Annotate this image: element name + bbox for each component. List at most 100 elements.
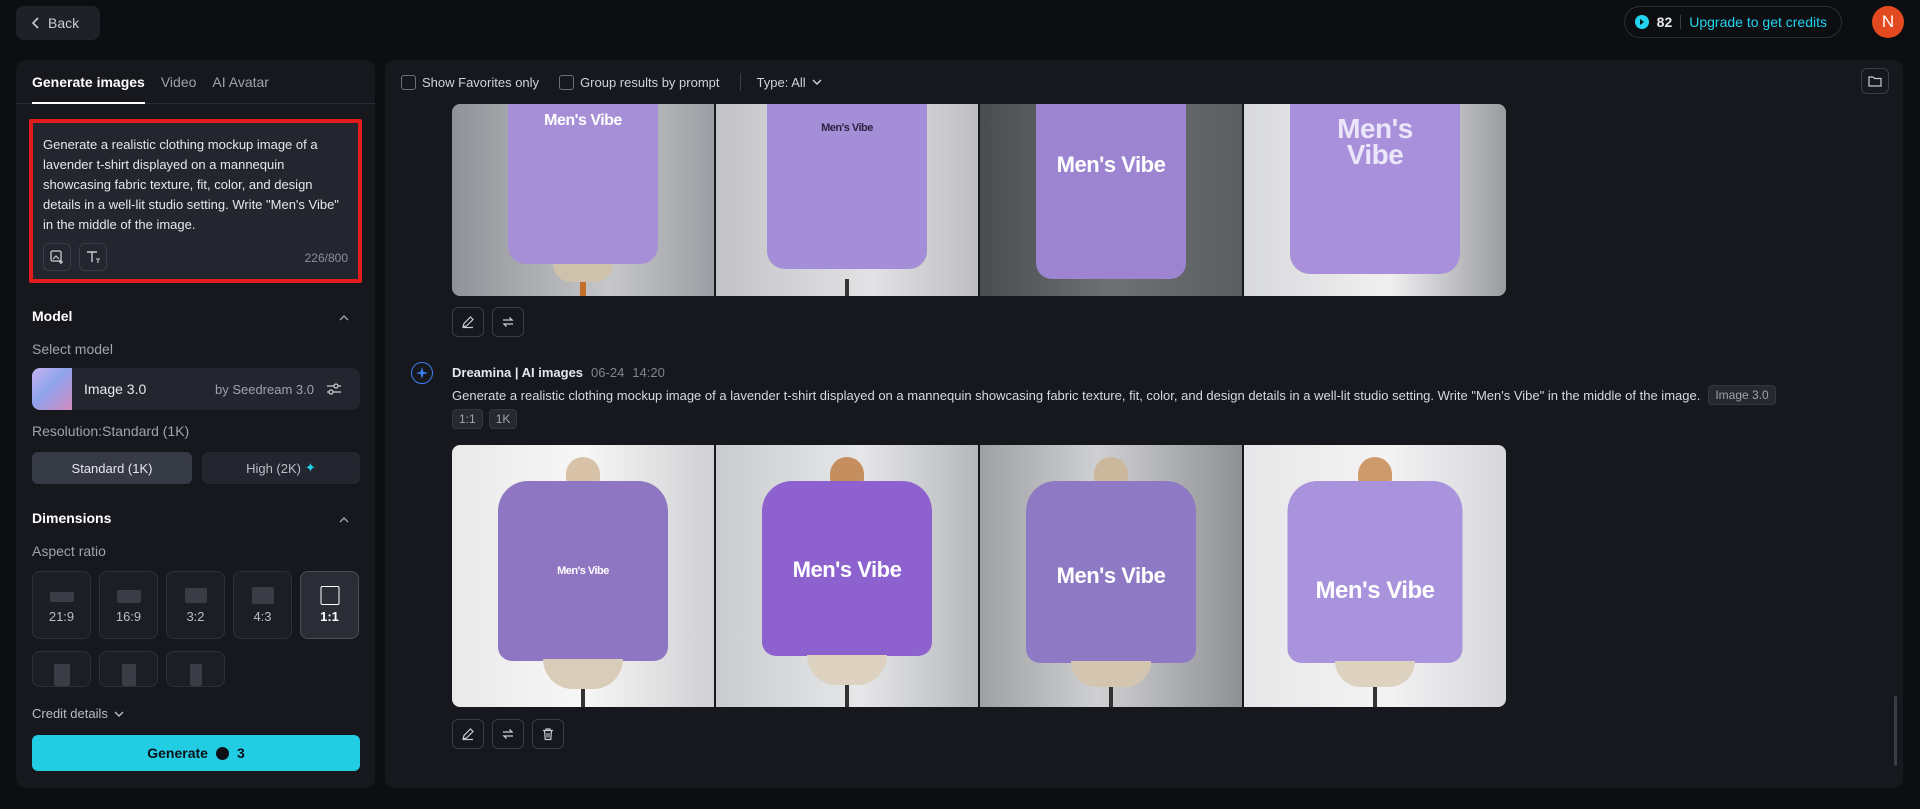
model-section-title: Model <box>32 308 73 324</box>
ratio-shape <box>116 590 141 603</box>
image-text: Men's Vibe <box>1056 152 1166 177</box>
credits-separator <box>1680 15 1682 29</box>
image-text: Men's Vibe <box>1056 563 1166 588</box>
results-panel: Show Favorites only Group results by pro… <box>385 60 1903 788</box>
chevron-left-icon <box>32 17 39 29</box>
batch-date: 06-24 <box>591 365 625 380</box>
model-provider: by Seedream 3.0 <box>214 381 314 397</box>
model-selector[interactable]: Image 3.0 by Seedream 3.0 <box>32 368 360 410</box>
group-filter-label: Group results by prompt <box>580 74 720 90</box>
image-text: Men's Vibe <box>557 565 609 577</box>
batch-2-prompt: Generate a realistic clothing mockup ima… <box>452 385 1776 405</box>
result-image[interactable]: Men's Vibe <box>1244 445 1506 707</box>
aspect-ratio-21-9[interactable]: 21:9 <box>32 571 91 639</box>
batch-2-actions <box>452 719 564 749</box>
tshirt-shape <box>1036 104 1186 279</box>
sparkle-icon: ✦ <box>305 460 316 475</box>
tab-generate-images[interactable]: Generate images <box>32 60 145 104</box>
aspect-ratio-16-9[interactable]: 16:9 <box>99 571 158 639</box>
folder-button[interactable] <box>1861 68 1889 94</box>
chevron-up-icon[interactable] <box>339 313 349 323</box>
upgrade-link[interactable]: Upgrade to get credits <box>1689 14 1827 30</box>
chevron-down-icon <box>114 711 124 717</box>
regenerate-button[interactable] <box>492 307 524 337</box>
tab-video[interactable]: Video <box>161 60 197 104</box>
source-label: Dreamina | AI images <box>452 365 584 380</box>
dimensions-section-title: Dimensions <box>32 510 112 526</box>
aspect-ratio-2-3[interactable] <box>99 651 158 687</box>
batch-time: 14:20 <box>632 365 665 380</box>
aspect-ratio-1-1[interactable]: 1:1 <box>300 571 359 639</box>
aspect-ratio-4-3[interactable]: 4:3 <box>233 571 292 639</box>
favorites-filter-label: Show Favorites only <box>422 74 540 90</box>
ratio-label: 4:3 <box>253 609 272 624</box>
ratio-label: 1:1 <box>320 609 339 624</box>
generate-cost: 3 <box>236 745 245 761</box>
pencil-icon <box>462 728 474 741</box>
prompt-text[interactable]: Generate a realistic clothing mockup ima… <box>43 135 348 235</box>
resolution-tag: 1K <box>488 409 518 429</box>
folder-icon <box>1868 76 1882 87</box>
mannequin-base <box>553 264 613 282</box>
favorites-filter[interactable]: Show Favorites only <box>401 74 540 90</box>
credit-details-label: Credit details <box>32 706 108 721</box>
type-filter-dropdown[interactable]: Type: All <box>757 75 822 90</box>
ratio-shape <box>53 664 70 686</box>
batch-2-tags: 1:1 1K <box>452 409 518 429</box>
tab-ai-avatar[interactable]: AI Avatar <box>212 60 269 104</box>
group-filter[interactable]: Group results by prompt <box>559 74 720 90</box>
resolution-high-button[interactable]: High (2K) ✦ <box>202 452 360 484</box>
mannequin-stand <box>845 685 849 707</box>
aspect-ratio-3-2[interactable]: 3:2 <box>166 571 225 639</box>
edit-prompt-button[interactable] <box>452 719 484 749</box>
credit-details-toggle[interactable]: Credit details <box>32 706 124 721</box>
group-checkbox[interactable] <box>559 74 575 90</box>
result-image[interactable]: Men's Vibe <box>716 104 978 296</box>
generate-button[interactable]: Generate 3 <box>32 735 360 771</box>
result-image[interactable]: Men's Vibe <box>716 445 978 707</box>
avatar[interactable]: N <box>1872 6 1904 38</box>
result-image[interactable]: Men's Vibe <box>980 104 1242 296</box>
text-style-button[interactable] <box>79 243 107 271</box>
favorites-checkbox[interactable] <box>401 74 416 90</box>
add-reference-image-button[interactable] <box>43 243 71 271</box>
result-image[interactable]: Men's Vibe <box>980 445 1242 707</box>
settings-sliders-icon[interactable] <box>326 382 342 396</box>
model-thumbnail <box>32 368 72 410</box>
mannequin-neck <box>1094 457 1128 483</box>
mannequin-stand <box>845 279 849 296</box>
results-scrollbar[interactable] <box>1894 696 1897 766</box>
resolution-high-label: High (2K) <box>246 460 301 476</box>
ratio-label: 16:9 <box>115 609 142 624</box>
result-image[interactable]: Men's Vibe <box>452 445 714 707</box>
back-label: Back <box>48 15 80 31</box>
result-images-batch-2: Men's Vibe Men's Vibe Men's Vibe Men's V… <box>452 445 1506 707</box>
result-image[interactable]: Men's Vibe <box>452 104 714 296</box>
delete-button[interactable] <box>532 719 564 749</box>
back-button[interactable]: Back <box>16 6 100 40</box>
regenerate-button[interactable] <box>492 719 524 749</box>
ratio-shape <box>184 588 207 603</box>
image-text: Men's Vibe <box>821 122 873 134</box>
ratio-label: 21:9 <box>48 609 75 624</box>
prompt-input[interactable]: Generate a realistic clothing mockup ima… <box>29 119 362 283</box>
chevron-up-icon[interactable] <box>339 515 349 525</box>
aspect-ratio-3-4[interactable] <box>32 651 91 687</box>
resolution-label: Resolution:Standard (1K) <box>32 423 190 439</box>
model-name: Image 3.0 <box>84 381 147 397</box>
batch-2-meta: Dreamina | AI images 06-24 14:20 <box>452 365 665 380</box>
credit-coin-icon <box>215 746 229 760</box>
mannequin-stand <box>581 689 585 707</box>
edit-prompt-button[interactable] <box>452 307 484 337</box>
mannequin-stand <box>1109 687 1113 707</box>
pencil-icon <box>462 316 474 329</box>
credits-badge[interactable]: 82 Upgrade to get credits <box>1623 6 1842 38</box>
ratio-shape <box>320 586 339 605</box>
batch-1-actions <box>452 307 524 337</box>
aspect-ratio-9-16[interactable] <box>166 651 225 687</box>
regenerate-icon <box>502 729 514 739</box>
batch-2-prompt-text[interactable]: Generate a realistic clothing mockup ima… <box>452 388 1700 403</box>
image-text: Men's Vibe <box>1315 577 1435 604</box>
result-image[interactable]: Men's Vibe <box>1244 104 1506 296</box>
resolution-standard-button[interactable]: Standard (1K) <box>32 452 192 484</box>
